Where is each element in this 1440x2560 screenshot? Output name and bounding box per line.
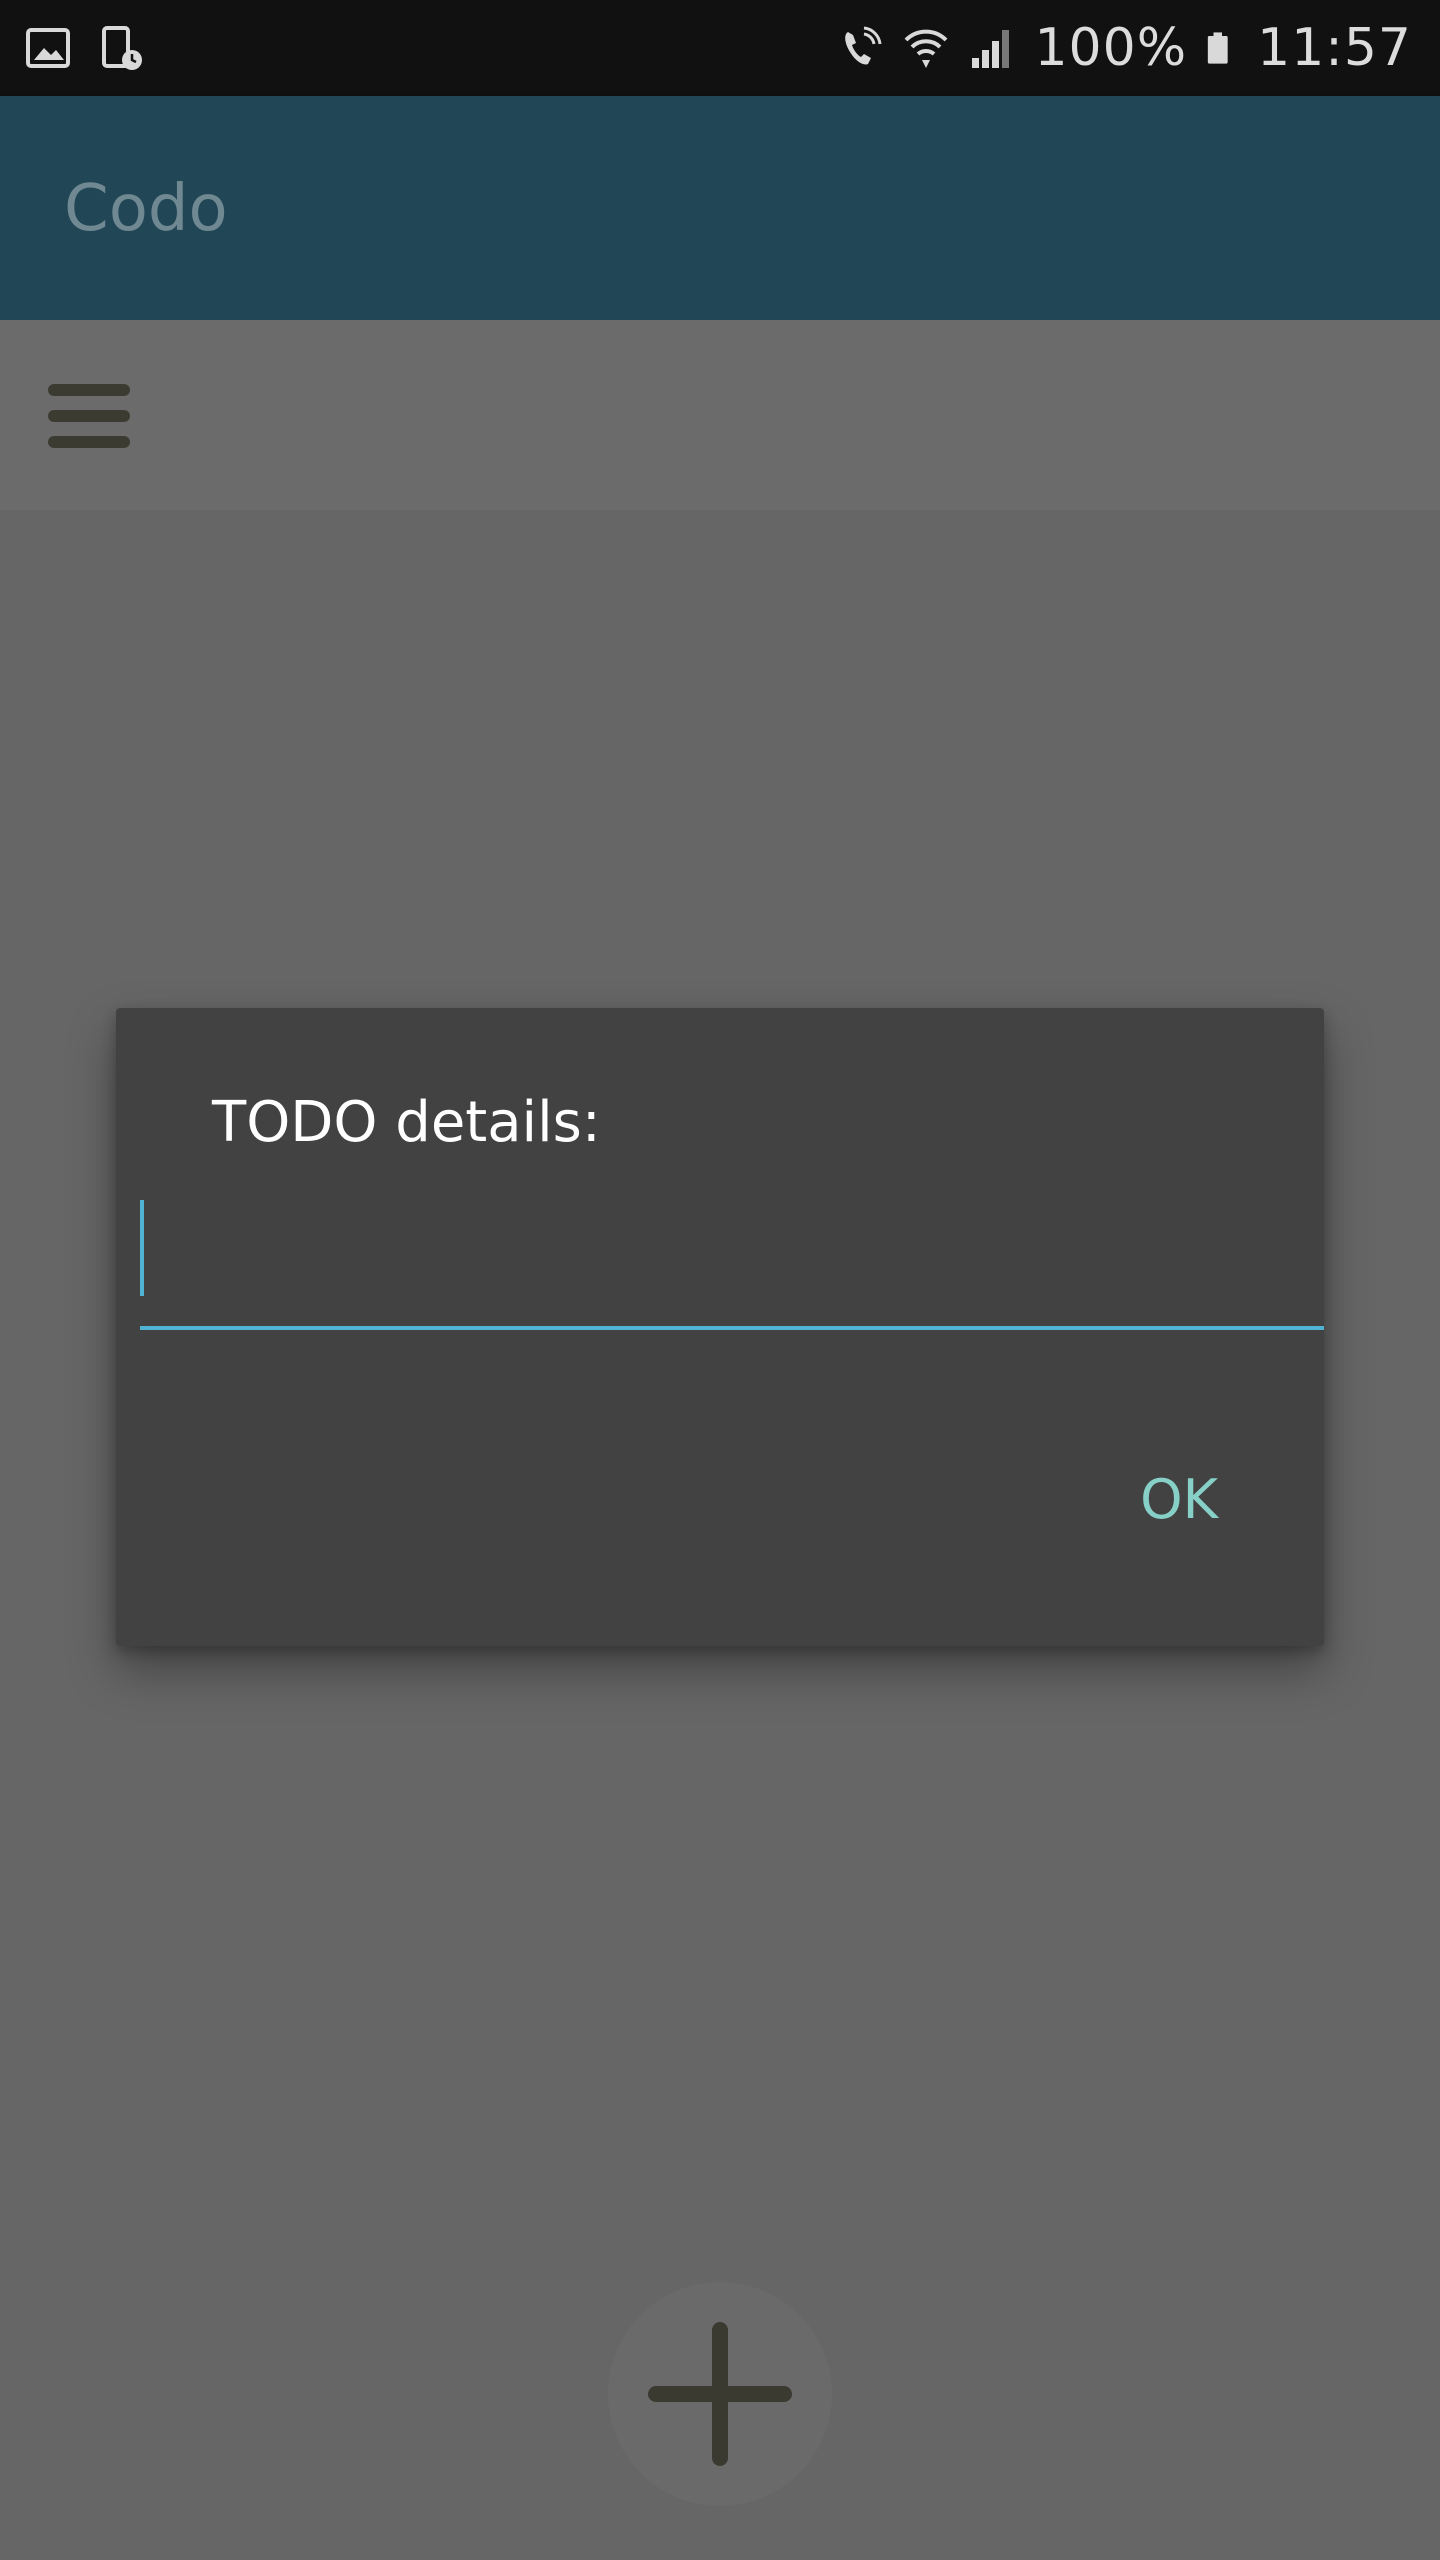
hamburger-menu-icon[interactable]: [48, 384, 130, 450]
battery-percent: 100%: [1034, 18, 1188, 78]
battery-icon: [1207, 32, 1228, 64]
plus-icon: [648, 2322, 792, 2466]
app-title: Codo: [64, 172, 228, 246]
todo-details-dialog: TODO details: OK: [116, 1008, 1324, 1646]
status-bar: 100% 11:57: [0, 0, 1440, 96]
signal-icon: [972, 30, 1010, 68]
clock: 11:57: [1257, 18, 1412, 78]
add-todo-button[interactable]: [608, 2282, 832, 2506]
gallery-icon: [26, 28, 70, 68]
status-bar-left: [24, 20, 146, 76]
dialog-title: TODO details:: [212, 1090, 601, 1155]
content-toolbar: [0, 320, 1440, 510]
app-bar: Codo: [0, 96, 1440, 320]
screen: 100% 11:57 Codo TODO details: OK: [0, 0, 1440, 2560]
device-clock-icon: [102, 26, 142, 70]
todo-details-input[interactable]: [140, 1198, 1324, 1330]
text-cursor: [140, 1200, 144, 1296]
ok-button[interactable]: OK: [1130, 1456, 1228, 1543]
status-bar-right: 100% 11:57: [836, 14, 1412, 82]
wifi-calling-icon: [845, 26, 882, 65]
wifi-icon: [905, 29, 948, 68]
